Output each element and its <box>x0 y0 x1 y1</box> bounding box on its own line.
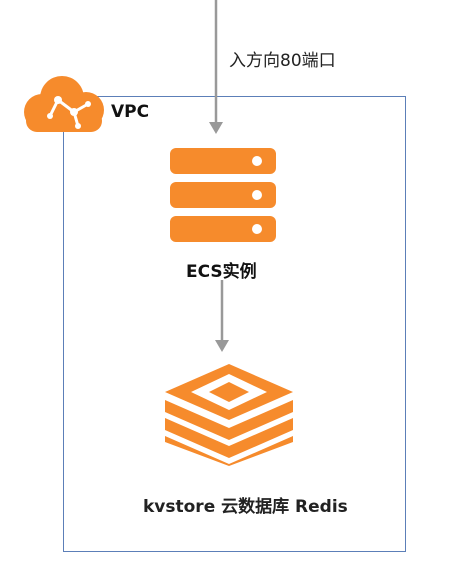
cloud-icon <box>24 76 104 132</box>
redis-label: kvstore 云数据库 Redis <box>143 497 348 517</box>
inbound-port-label: 入方向80端口 <box>229 51 336 71</box>
server-icon <box>170 148 276 242</box>
vpc-label: VPC <box>111 102 150 122</box>
redis-icon <box>164 364 294 466</box>
inbound-arrow <box>209 0 223 134</box>
ecs-instance-label: ECS实例 <box>186 262 257 282</box>
ecs-to-redis-arrow <box>215 280 229 352</box>
